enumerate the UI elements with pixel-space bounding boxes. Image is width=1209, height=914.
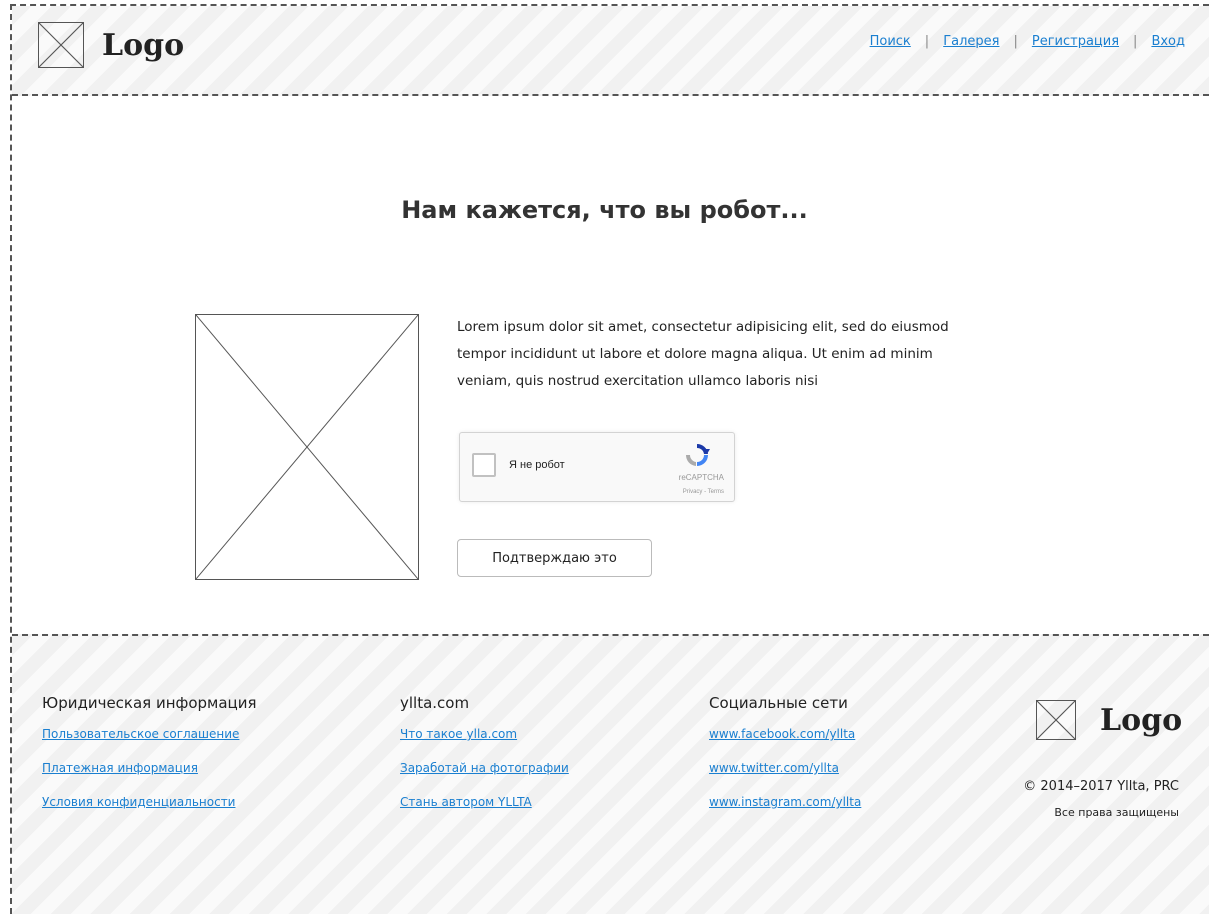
footer-logo[interactable]: Logo: [1036, 700, 1182, 740]
logo-text: Logo: [102, 27, 185, 63]
footer-heading: Социальные сети: [709, 694, 848, 712]
footer-heading: yllta.com: [400, 694, 470, 712]
footer-column-legal: Юридическая информация Пользовательское …: [42, 694, 257, 826]
copyright-text: © 2014–2017 Yllta, PRC: [1023, 779, 1179, 794]
main-nav: Поиск | Галерея | Регистрация | Вход: [870, 34, 1185, 49]
footer-link-become-author[interactable]: Стань автором YLLTA: [400, 792, 569, 812]
nav-separator: |: [924, 34, 930, 49]
footer-link-user-agreement[interactable]: Пользовательское соглашение: [42, 724, 257, 744]
logo-image-icon: [38, 22, 84, 68]
logo-image-icon: [1036, 700, 1076, 740]
footer-link-earn[interactable]: Заработай на фотографии: [400, 758, 569, 778]
footer-link-twitter[interactable]: www.twitter.com/yllta: [709, 758, 861, 778]
logo-text: Logo: [1100, 702, 1183, 738]
copyright: © 2014–2017 Yllta, PRC Все права защищен…: [1023, 774, 1179, 826]
nav-link-register[interactable]: Регистрация: [1032, 34, 1119, 49]
confirm-button[interactable]: Подтверждаю это: [457, 539, 652, 577]
footer-column-site: yllta.com Что такое ylla.com Заработай н…: [400, 694, 569, 826]
nav-link-gallery[interactable]: Галерея: [943, 34, 999, 49]
recaptcha-links[interactable]: Privacy - Terms: [683, 489, 724, 495]
nav-separator: |: [1013, 34, 1018, 49]
header: Logo Поиск | Галерея | Регистрация | Вхо…: [12, 6, 1209, 96]
footer-link-privacy[interactable]: Условия конфиденциальности: [42, 792, 257, 812]
footer-link-about[interactable]: Что такое ylla.com: [400, 724, 569, 744]
recaptcha-logo-icon: [685, 443, 710, 466]
footer: Юридическая информация Пользовательское …: [12, 634, 1209, 914]
rights-text: Все права защищены: [1054, 806, 1179, 819]
page-title: Нам кажется, что вы робот...: [401, 196, 808, 224]
recaptcha-checkbox[interactable]: [472, 453, 496, 477]
description-text: Lorem ipsum dolor sit amet, consectetur …: [457, 319, 949, 389]
recaptcha-widget: Я не робот reCAPTCHA Privacy - Terms: [459, 432, 735, 502]
nav-link-login[interactable]: Вход: [1151, 34, 1185, 49]
recaptcha-label: Я не робот: [509, 459, 565, 471]
recaptcha-brand: reCAPTCHA: [678, 473, 724, 482]
footer-heading: Юридическая информация: [42, 694, 257, 712]
footer-link-facebook[interactable]: www.facebook.com/yllta: [709, 724, 861, 744]
footer-link-payment-info[interactable]: Платежная информация: [42, 758, 257, 778]
nav-separator: |: [1133, 34, 1138, 49]
footer-column-social: Социальные сети www.facebook.com/yllta w…: [709, 694, 861, 826]
header-logo[interactable]: Logo: [38, 22, 184, 68]
image-placeholder-icon: [195, 314, 419, 580]
nav-link-search[interactable]: Поиск: [870, 34, 911, 49]
footer-link-instagram[interactable]: www.instagram.com/yllta: [709, 792, 861, 812]
